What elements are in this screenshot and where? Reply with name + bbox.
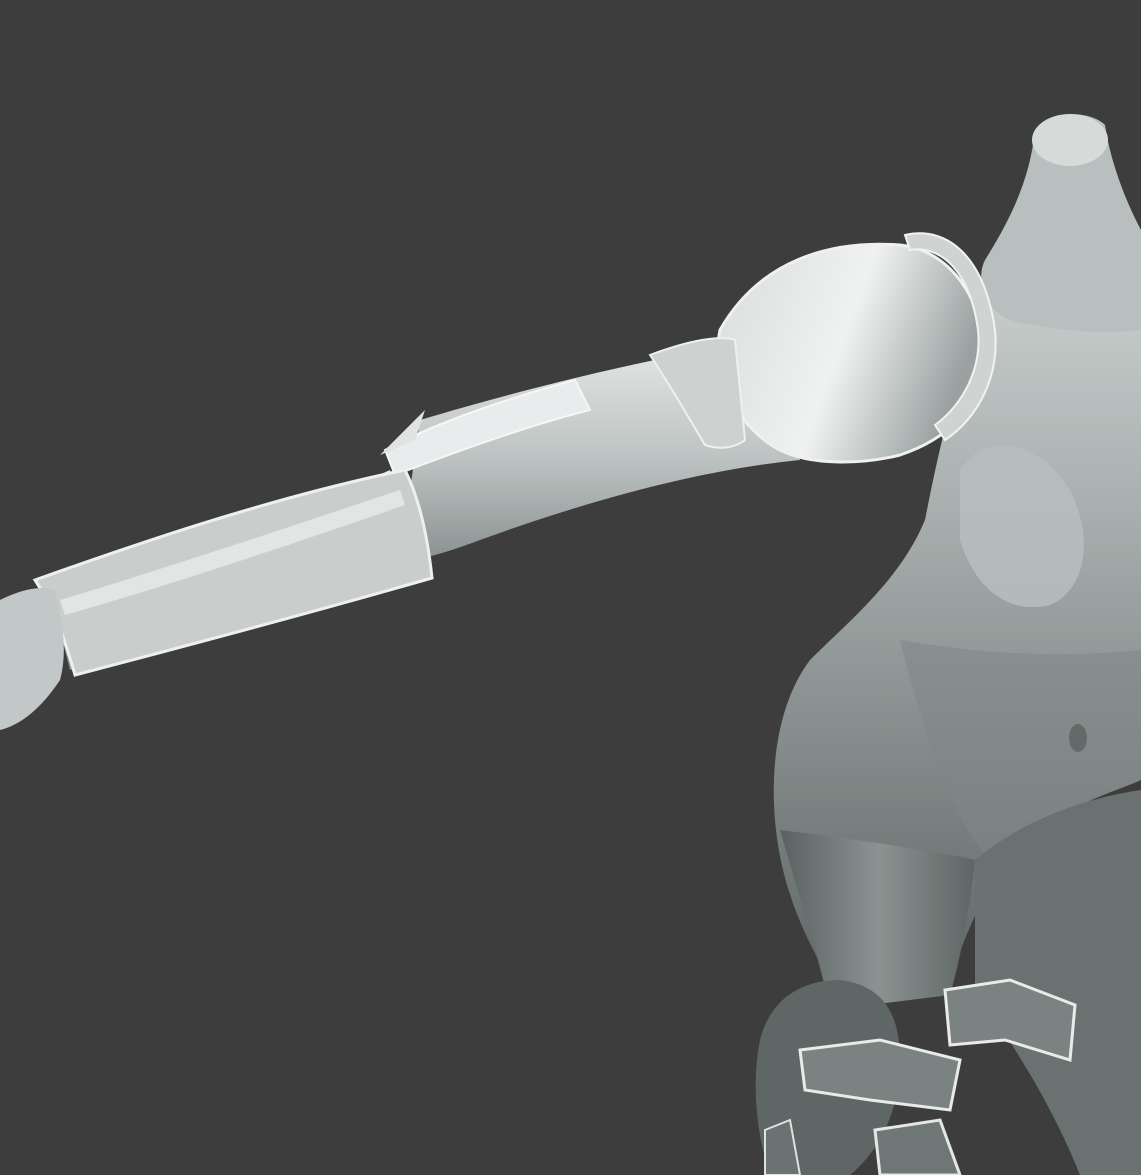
left-thigh <box>780 830 975 1010</box>
neck-cap <box>1032 114 1108 166</box>
shin-armor <box>873 1118 962 1175</box>
sculpt-render <box>0 114 1141 1175</box>
3d-viewport[interactable] <box>0 0 1141 1175</box>
navel <box>1069 724 1087 752</box>
wrist <box>0 588 64 730</box>
